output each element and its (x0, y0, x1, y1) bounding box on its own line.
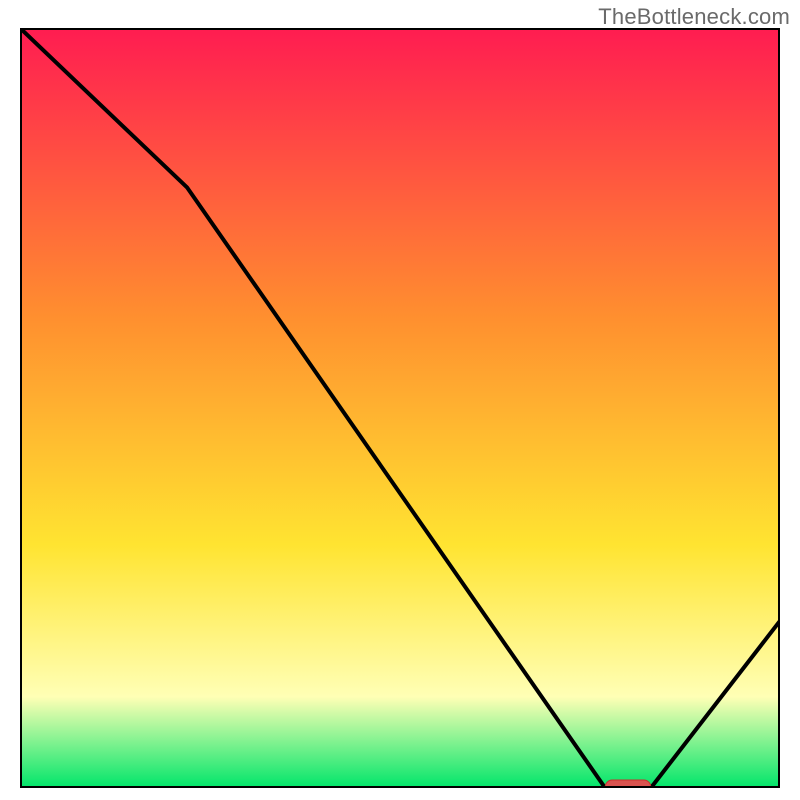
chart-area (20, 28, 780, 788)
chart-container: TheBottleneck.com (0, 0, 800, 800)
gradient-background (20, 28, 780, 788)
bottleneck-chart (20, 28, 780, 788)
watermark-text: TheBottleneck.com (598, 4, 790, 30)
